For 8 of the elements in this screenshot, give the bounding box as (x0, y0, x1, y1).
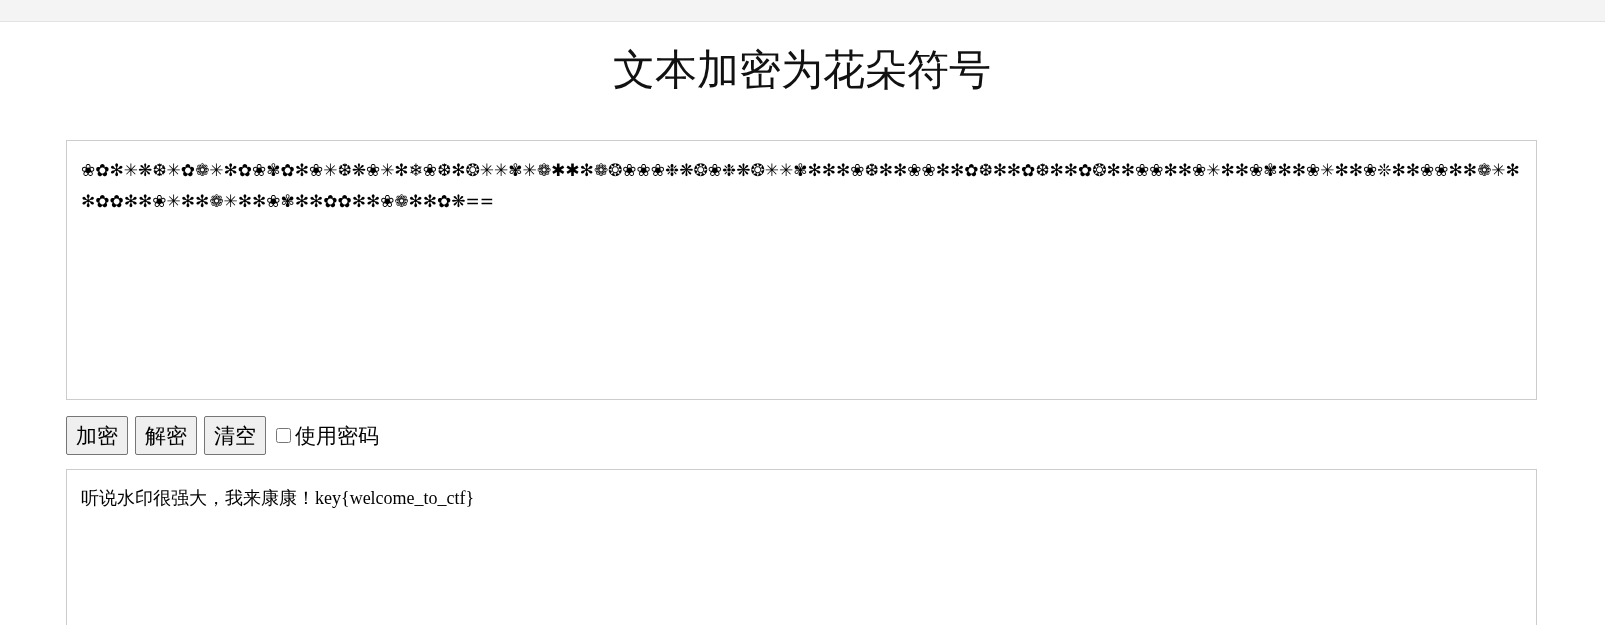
output-field[interactable]: 听说水印很强大，我来康康！key{welcome_to_ctf} (66, 469, 1537, 625)
input-field[interactable]: ❀✿✻✳❋❆✳✿❁✳✻✿❀✾✿✻❀✳❆❋❀✳✻❄❀❆✻❂✳✳✾✳❁✱✱✻❁❂❀❀❀❉❋❂❀❉❋❂✳✳✾✻✻✻❀❆✻✻❀❀✻✻✿❆✻✻✿❆✻✻✿❂✻✻❀❀✻✻❀✳✻✻❀✾✻✻❀✳✻✻❀❊✻✻❀❀✻✻❁✳✻✻✿✿✻✻❀✳✻✻❁✳✻✻❀✾✻✻✿✿✻✻❀❁✻✻✿❋== (66, 140, 1537, 400)
password-checkbox[interactable] (276, 428, 291, 443)
checkbox-label: 使用密码 (295, 422, 379, 450)
action-button[interactable]: 清空 (204, 416, 266, 455)
page-title: 文本加密为花朵符号 (611, 44, 992, 96)
action-button[interactable]: 解密 (135, 416, 197, 455)
action-button[interactable]: 加密 (66, 416, 128, 455)
